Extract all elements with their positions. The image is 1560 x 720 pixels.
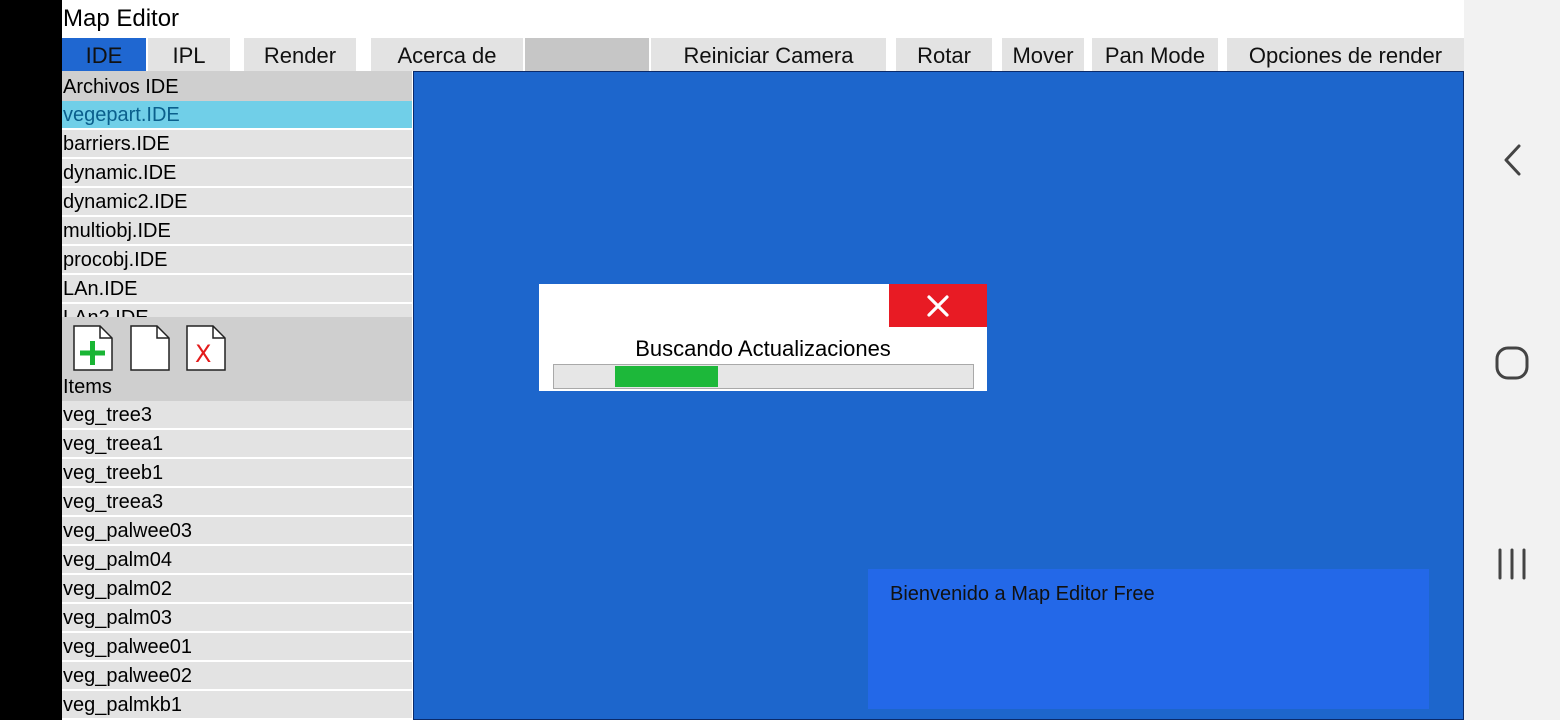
progress-fill bbox=[615, 366, 718, 387]
item-row[interactable]: veg_palm04 bbox=[62, 546, 412, 575]
file-row[interactable]: LAn2.IDE bbox=[62, 304, 412, 317]
item-row[interactable]: veg_treeb1 bbox=[62, 459, 412, 488]
file-row[interactable]: dynamic2.IDE bbox=[62, 188, 412, 217]
home-rounded-square-icon bbox=[1495, 346, 1529, 380]
ide-file-list[interactable]: vegepart.IDE barriers.IDE dynamic.IDE dy… bbox=[62, 101, 412, 317]
home-button[interactable] bbox=[1464, 333, 1560, 393]
tab-ipl[interactable]: IPL bbox=[148, 38, 230, 71]
item-row[interactable]: veg_palwee01 bbox=[62, 633, 412, 662]
welcome-panel: Bienvenido a Map Editor Free bbox=[868, 569, 1429, 709]
update-progress-bar bbox=[553, 364, 974, 389]
item-row[interactable]: veg_tree3 bbox=[62, 401, 412, 430]
update-dialog: Buscando Actualizaciones bbox=[539, 284, 987, 391]
item-row[interactable]: veg_palmkb1 bbox=[62, 691, 412, 720]
file-row[interactable]: dynamic.IDE bbox=[62, 159, 412, 188]
close-button[interactable] bbox=[889, 284, 987, 327]
welcome-message: Bienvenido a Map Editor Free bbox=[890, 583, 1155, 605]
close-icon bbox=[927, 294, 949, 317]
recents-bars-icon bbox=[1498, 548, 1526, 580]
item-row[interactable]: veg_palm03 bbox=[62, 604, 412, 633]
sidebar: Archivos IDE vegepart.IDE barriers.IDE d… bbox=[62, 71, 412, 720]
dialog-message: Buscando Actualizaciones bbox=[635, 336, 891, 361]
back-chevron-icon bbox=[1504, 144, 1521, 176]
file-tools: X Items bbox=[62, 317, 412, 401]
toolbar-spacer bbox=[525, 38, 649, 71]
item-row[interactable]: veg_treea1 bbox=[62, 430, 412, 459]
app-title: Map Editor bbox=[63, 5, 180, 32]
map-editor-window: Map Editor IDE IPL Render Acerca de Rein… bbox=[62, 0, 1464, 720]
item-row[interactable]: veg_palwee02 bbox=[62, 662, 412, 691]
item-row[interactable]: veg_palwee03 bbox=[62, 517, 412, 546]
delete-file-x-icon[interactable]: X bbox=[186, 325, 226, 371]
file-row[interactable]: barriers.IDE bbox=[62, 130, 412, 159]
pan-mode-button[interactable]: Pan Mode bbox=[1092, 38, 1218, 71]
file-row[interactable]: procobj.IDE bbox=[62, 246, 412, 275]
item-row[interactable]: veg_palm02 bbox=[62, 575, 412, 604]
toolbar: IDE IPL Render Acerca de Reiniciar Camer… bbox=[62, 38, 1464, 71]
screen-edge-left bbox=[0, 0, 62, 720]
rotate-button[interactable]: Rotar bbox=[896, 38, 992, 71]
back-button[interactable] bbox=[1464, 130, 1560, 190]
reset-camera-button[interactable]: Reiniciar Camera bbox=[651, 38, 886, 71]
items-header: Items bbox=[63, 376, 112, 398]
move-button[interactable]: Mover bbox=[1002, 38, 1084, 71]
blank-file-icon[interactable] bbox=[130, 325, 170, 371]
file-row[interactable]: multiobj.IDE bbox=[62, 217, 412, 246]
recents-button[interactable] bbox=[1464, 534, 1560, 594]
ide-files-header: Archivos IDE bbox=[62, 71, 412, 101]
render-options-button[interactable]: Opciones de render bbox=[1227, 38, 1464, 71]
new-file-plus-icon[interactable] bbox=[73, 325, 113, 371]
system-navigation-bar bbox=[1464, 0, 1560, 720]
items-list[interactable]: veg_tree3 veg_treea1 veg_treeb1 veg_tree… bbox=[62, 401, 412, 720]
delete-glyph: X bbox=[195, 340, 211, 368]
item-row[interactable]: veg_treea3 bbox=[62, 488, 412, 517]
tab-about[interactable]: Acerca de bbox=[371, 38, 523, 71]
tab-ide[interactable]: IDE bbox=[62, 38, 146, 71]
file-row[interactable]: LAn.IDE bbox=[62, 275, 412, 304]
file-row-selected[interactable]: vegepart.IDE bbox=[62, 101, 412, 130]
tab-render[interactable]: Render bbox=[244, 38, 356, 71]
